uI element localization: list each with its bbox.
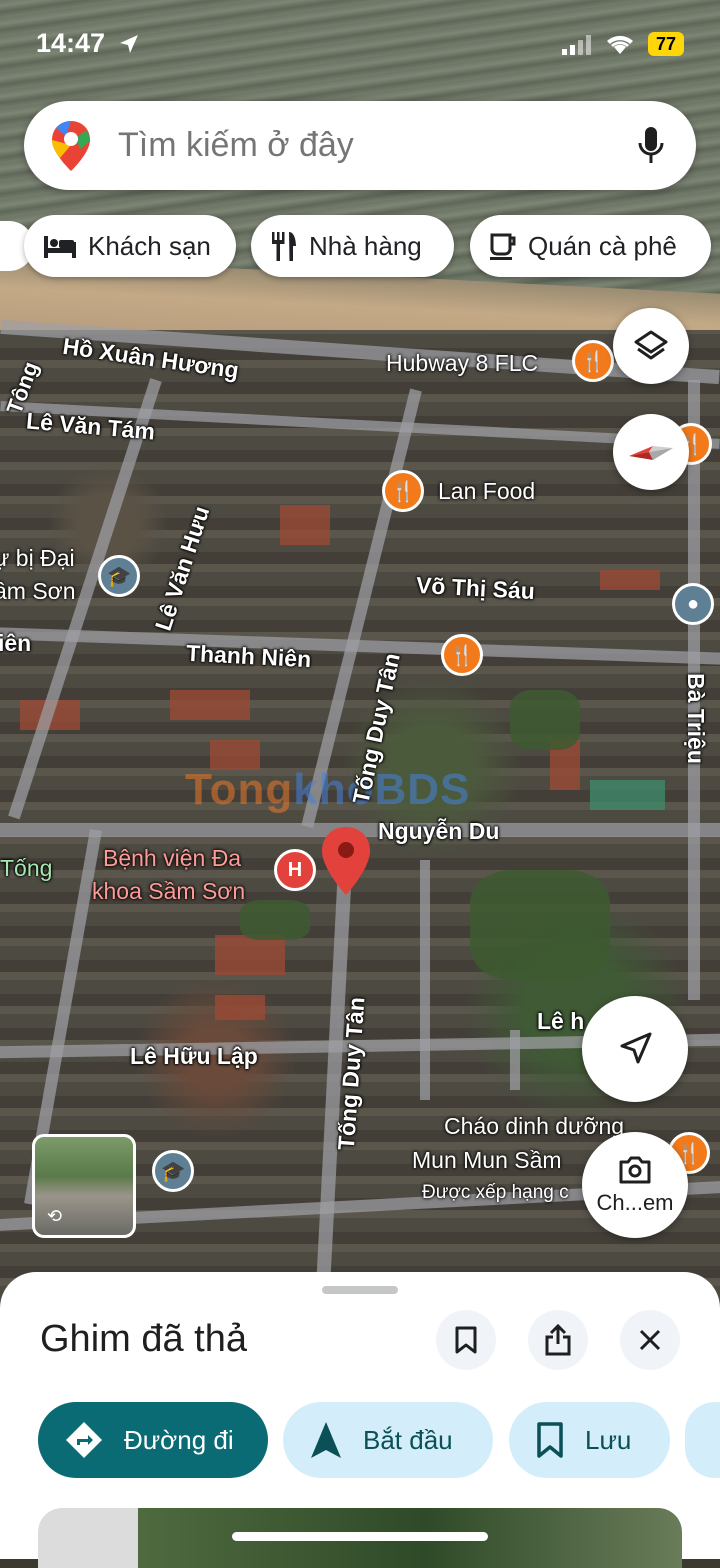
compass-icon xyxy=(629,446,673,460)
watermark: TongkhoBDS xyxy=(185,765,471,814)
poi-label-hospital-2[interactable]: khoa Sầm Sơn xyxy=(92,878,245,905)
building xyxy=(590,780,665,810)
hospital-pin-icon[interactable]: H xyxy=(274,849,316,891)
camera-search-icon xyxy=(619,1156,651,1184)
cellular-signal-icon xyxy=(562,35,591,55)
search-input[interactable] xyxy=(116,125,600,166)
directions-button[interactable]: Đường đi xyxy=(38,1402,268,1478)
chip-restaurants-label: Nhà hàng xyxy=(309,230,422,261)
poi-label-hospital-1[interactable]: Bệnh viện Đa xyxy=(103,845,241,872)
rotate-360-icon: ⟲ xyxy=(47,1206,63,1226)
compass-button[interactable] xyxy=(613,414,689,490)
building xyxy=(215,995,265,1020)
restaurant-pin-icon[interactable]: 🍴 xyxy=(382,470,424,512)
location-arrow-icon xyxy=(120,35,138,53)
building xyxy=(170,690,250,720)
poi-label-chao-2[interactable]: Mun Mun Sầm xyxy=(412,1147,562,1174)
poi-label-hubway[interactable]: Hubway 8 FLC xyxy=(386,350,538,377)
park xyxy=(470,870,610,980)
sheet-title: Ghim đã thả xyxy=(40,1318,247,1360)
my-location-button[interactable] xyxy=(582,996,688,1102)
status-bar: 14:47 77 xyxy=(0,0,720,90)
road-label-ba-trieu: Bà Triệu xyxy=(682,673,709,764)
home-indicator xyxy=(232,1532,488,1541)
school-pin-icon[interactable]: 🎓 xyxy=(152,1150,194,1192)
share-icon xyxy=(545,1324,571,1356)
microphone-icon[interactable] xyxy=(636,125,666,167)
road-label-tong-2: Tống xyxy=(0,855,53,881)
navigation-arrow-icon xyxy=(311,1422,341,1458)
chip-hotels-label: Khách sạn xyxy=(88,230,211,261)
park xyxy=(510,690,580,750)
satellite-map[interactable]: TongkhoBDS Hồ Xuân Hương Tông Lê Văn Tám… xyxy=(0,0,720,1300)
poi-label-chao-1[interactable]: Cháo dinh dưỡng xyxy=(444,1113,624,1140)
restaurant-pin-icon[interactable]: 🍴 xyxy=(441,634,483,676)
poi-label-school-1[interactable]: ự bị Đại xyxy=(0,545,75,572)
close-icon xyxy=(639,1329,661,1351)
battery-indicator: 77 xyxy=(648,32,684,56)
navigation-arrow-icon xyxy=(620,1032,652,1064)
share-button[interactable] xyxy=(528,1310,588,1370)
poi-label-lan-food[interactable]: Lan Food xyxy=(438,478,535,505)
close-button[interactable] xyxy=(620,1310,680,1370)
save-icon-button[interactable] xyxy=(436,1310,496,1370)
school-pin-icon[interactable]: 🎓 xyxy=(98,555,140,597)
sheet-drag-handle[interactable] xyxy=(322,1286,398,1294)
live-view-label: Ch...em xyxy=(596,1190,674,1215)
road-label-le-huu-lap: Lê Hữu Lập xyxy=(130,1043,258,1069)
restaurant-pin-icon[interactable]: 🍴 xyxy=(572,340,614,382)
save-label: Lưu xyxy=(585,1424,632,1455)
road-label-nguyen-du: Nguyễn Du xyxy=(378,818,500,844)
layers-button[interactable] xyxy=(613,308,689,384)
poi-label-chao-3: Được xếp hạng c xyxy=(422,1182,569,1203)
google-maps-logo-icon xyxy=(52,121,90,171)
restaurant-icon xyxy=(272,232,296,261)
chip-cafes[interactable]: Quán cà phê xyxy=(470,215,711,277)
wifi-icon xyxy=(607,35,633,54)
start-label: Bắt đầu xyxy=(363,1424,453,1455)
bookmark-icon xyxy=(455,1326,477,1354)
bed-icon xyxy=(44,236,76,258)
street-view-thumbnail[interactable]: ⟲ xyxy=(32,1134,136,1238)
dropped-pin-icon[interactable] xyxy=(320,825,372,897)
building xyxy=(600,570,660,590)
coffee-icon xyxy=(490,233,516,260)
road-label-le-partial: Lê h xyxy=(537,1008,585,1034)
park xyxy=(240,900,310,940)
chip-cafes-label: Quán cà phê xyxy=(528,230,677,261)
save-button[interactable]: Lưu xyxy=(509,1402,670,1478)
road-label-thanh-nien-partial: iên xyxy=(0,630,32,656)
search-bar[interactable] xyxy=(24,101,696,190)
road xyxy=(420,860,430,1100)
live-view-button[interactable]: Ch...em xyxy=(582,1132,688,1238)
chip-hotels[interactable]: Khách sạn xyxy=(24,215,236,277)
directions-icon xyxy=(66,1422,102,1458)
road xyxy=(510,1030,520,1090)
chip-restaurants[interactable]: Nhà hàng xyxy=(251,215,454,277)
poi-label-school-2[interactable]: ầm Sơn xyxy=(0,578,76,605)
more-actions-button[interactable] xyxy=(685,1402,720,1478)
bookmark-icon xyxy=(537,1422,563,1458)
status-time: 14:47 xyxy=(36,28,106,58)
place-sheet[interactable]: Ghim đã thả Đường đi Bắt đầu Lưu xyxy=(0,1272,720,1568)
layers-icon xyxy=(634,330,668,360)
building xyxy=(215,935,285,975)
place-pin-icon[interactable]: ● xyxy=(672,583,714,625)
start-button[interactable]: Bắt đầu xyxy=(283,1402,493,1478)
building xyxy=(280,505,330,545)
directions-label: Đường đi xyxy=(124,1424,234,1455)
